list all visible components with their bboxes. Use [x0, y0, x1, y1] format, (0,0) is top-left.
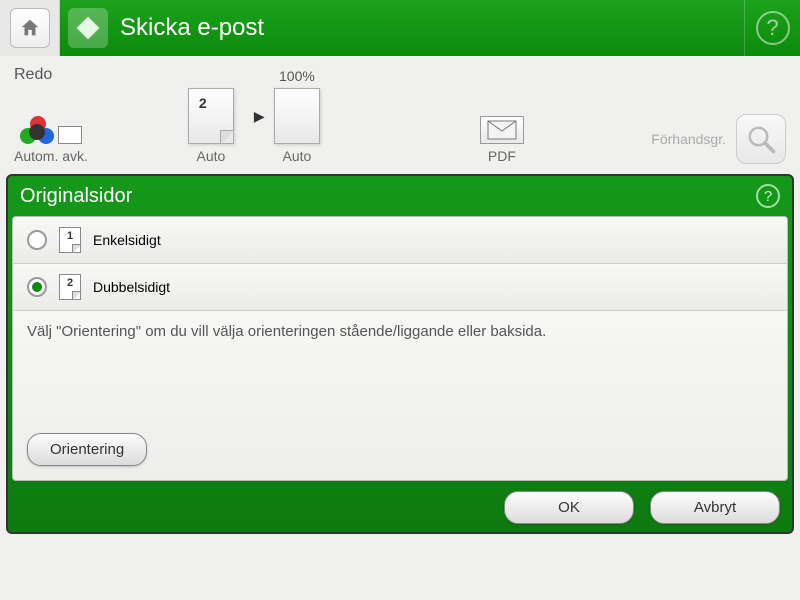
file-format-option[interactable]: PDF	[480, 116, 524, 164]
radio-option-single-sided[interactable]: 1 Enkelsidigt	[13, 217, 787, 264]
radio-label: Enkelsidigt	[93, 232, 161, 248]
orientation-small-icon	[58, 126, 82, 144]
single-page-icon: 1	[59, 227, 81, 253]
home-button-area	[0, 0, 60, 56]
hint-text: Välj "Orientering" om du vill välja orie…	[13, 311, 787, 433]
dest-page-label: Auto	[283, 148, 312, 164]
source-page-option[interactable]: 2 Auto	[188, 88, 234, 164]
double-page-icon: 2	[59, 274, 81, 300]
radio-indicator	[27, 277, 47, 297]
header-help-area: ?	[744, 0, 800, 56]
help-icon: ?	[764, 188, 772, 205]
orientation-button[interactable]: Orientering	[27, 433, 147, 466]
preview-label: Förhandsgr.	[651, 131, 726, 147]
dialog-footer: OK Avbryt	[12, 481, 788, 528]
zoom-percent: 100%	[279, 68, 315, 84]
home-button[interactable]	[10, 8, 50, 48]
start-button[interactable]	[68, 8, 108, 48]
radio-option-double-sided[interactable]: 2 Dubbelsidigt	[13, 264, 787, 311]
panel-header: Originalsidor ?	[12, 180, 788, 216]
title-bar: Skicka e-post	[60, 0, 744, 56]
radio-label: Dubbelsidigt	[93, 279, 170, 295]
destination-page-option[interactable]: 100% ▶ Auto	[274, 88, 320, 164]
cancel-button[interactable]: Avbryt	[650, 491, 780, 524]
help-button[interactable]: ?	[756, 11, 790, 45]
app-header: Skicka e-post ?	[0, 0, 800, 56]
color-swatch-icon	[20, 116, 52, 144]
file-format-label: PDF	[488, 148, 516, 164]
status-text: Redo	[0, 56, 800, 88]
preview-button[interactable]	[736, 114, 786, 164]
color-mode-label: Autom. avk.	[14, 148, 88, 164]
panel-help-button[interactable]: ?	[756, 184, 780, 208]
start-diamond-icon	[75, 15, 101, 41]
panel-title: Originalsidor	[20, 185, 132, 208]
settings-panel: Originalsidor ? 1 Enkelsidigt 2 Dubbelsi…	[6, 174, 794, 534]
page-title: Skicka e-post	[120, 14, 264, 42]
panel-body: 1 Enkelsidigt 2 Dubbelsidigt Välj "Orien…	[12, 216, 788, 481]
arrow-right-icon: ▶	[254, 108, 265, 125]
color-mode-option[interactable]: Autom. avk.	[14, 116, 88, 164]
home-icon	[19, 17, 41, 39]
options-bar: Autom. avk. 2 Auto 100% ▶ Auto PDF Förha…	[0, 88, 800, 174]
radio-indicator	[27, 230, 47, 250]
magnifier-icon	[746, 124, 776, 154]
envelope-icon	[480, 116, 524, 144]
preview-area: Förhandsgr.	[651, 114, 786, 164]
source-page-label: Auto	[197, 148, 226, 164]
dest-page-icon	[274, 88, 320, 144]
help-icon: ?	[766, 15, 778, 41]
source-page-icon: 2	[188, 88, 234, 144]
ok-button[interactable]: OK	[504, 491, 634, 524]
